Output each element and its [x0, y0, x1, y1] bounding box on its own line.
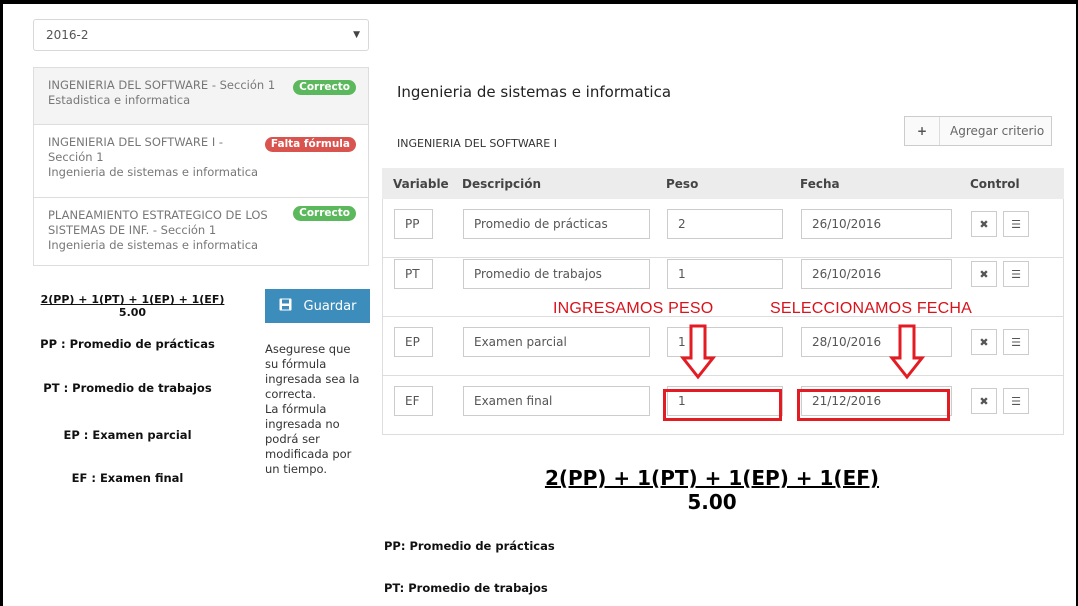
- page-title: Ingenieria de sistemas e informatica: [397, 83, 672, 101]
- col-descripcion: Descripción: [462, 176, 541, 191]
- status-badge: Falta fórmula: [264, 137, 356, 152]
- col-fecha: Fecha: [800, 176, 840, 191]
- col-peso: Peso: [666, 176, 699, 191]
- warning-text: Asegurese que su fórmula ingresada sea l…: [265, 342, 375, 477]
- fecha-input[interactable]: 26/10/2016: [801, 209, 952, 239]
- save-button[interactable]: Guardar: [265, 289, 370, 323]
- warning-line: ingresada no: [265, 417, 340, 431]
- warning-line: ingresada sea la: [265, 372, 360, 386]
- description-input[interactable]: Examen parcial: [463, 327, 650, 357]
- caret-down-icon: ▼: [353, 30, 360, 40]
- formula-text: 2(PP) + 1(PT) + 1(EP) + 1(EF): [40, 293, 225, 306]
- list-icon[interactable]: ☰: [1003, 211, 1029, 237]
- description-input[interactable]: Examen final: [463, 386, 650, 416]
- close-icon[interactable]: ✖: [971, 329, 997, 355]
- course-name-cont: SISTEMAS DE INF. - Sección 1: [48, 223, 217, 237]
- list-icon[interactable]: ☰: [1003, 261, 1029, 287]
- close-icon[interactable]: ✖: [971, 211, 997, 237]
- fecha-input[interactable]: 26/10/2016: [801, 259, 952, 289]
- warning-line: su fórmula: [265, 357, 327, 371]
- peso-input[interactable]: 2: [667, 209, 783, 239]
- arrow-down-icon: [680, 324, 716, 380]
- table-row: EP Examen parcial 1 28/10/2016 ✖ ☰: [382, 317, 1064, 376]
- add-criteria-label: Agregar criterio: [950, 124, 1045, 138]
- variable-input[interactable]: PP: [394, 209, 433, 239]
- warning-line: un tiempo.: [265, 462, 328, 476]
- add-criteria-button[interactable]: + Agregar criterio: [904, 116, 1052, 146]
- definition-pt: PT: Promedio de trabajos: [384, 581, 548, 595]
- formula-text: 2(PP) + 1(PT) + 1(EP) + 1(EF): [544, 466, 880, 490]
- fecha-input[interactable]: 28/10/2016: [801, 327, 952, 357]
- course-school: Ingenieria de sistemas e informatica: [48, 165, 259, 179]
- course-title: INGENIERIA DEL SOFTWARE I: [397, 137, 557, 150]
- window-border-left: [0, 0, 3, 606]
- formula-result: 5.00: [118, 306, 147, 319]
- list-icon[interactable]: ☰: [1003, 329, 1029, 355]
- course-list: INGENIERIA DEL SOFTWARE - Sección 1 Esta…: [33, 67, 369, 266]
- left-formula: 2(PP) + 1(PT) + 1(EP) + 1(EF) 5.00: [40, 293, 225, 319]
- close-icon[interactable]: ✖: [971, 261, 997, 287]
- description-input[interactable]: Promedio de trabajos: [463, 259, 650, 289]
- col-control: Control: [970, 176, 1020, 191]
- plus-icon: +: [905, 117, 940, 145]
- floppy-disk-icon: [279, 298, 292, 315]
- variable-input[interactable]: PT: [394, 259, 433, 289]
- legend-ef: EF : Examen final: [71, 471, 184, 485]
- col-variable: Variable: [393, 176, 449, 191]
- warning-line: modificada por: [265, 447, 352, 461]
- table-row: PP Promedio de prácticas 2 26/10/2016 ✖ …: [382, 199, 1064, 258]
- window-border-top: [0, 0, 1078, 4]
- warning-line: correcta.: [265, 387, 316, 401]
- legend-ep: EP : Examen parcial: [63, 428, 192, 442]
- highlight-fecha: [797, 389, 950, 421]
- course-item[interactable]: PLANEAMIENTO ESTRATEGICO DE LOS SISTEMAS…: [33, 198, 369, 266]
- course-item[interactable]: INGENIERIA DEL SOFTWARE I - Sección 1 In…: [33, 125, 369, 198]
- status-badge: Correcto: [293, 80, 356, 95]
- warning-line: La fórmula: [265, 402, 327, 416]
- description-input[interactable]: Promedio de prácticas: [463, 209, 650, 239]
- warning-line: Asegurese que: [265, 342, 351, 356]
- table-header: Variable Descripción Peso Fecha Control: [382, 168, 1064, 199]
- legend-pt: PT : Promedio de trabajos: [43, 381, 212, 395]
- list-icon[interactable]: ☰: [1003, 388, 1029, 414]
- legend-pp: PP : Promedio de prácticas: [40, 337, 215, 351]
- highlight-peso: [663, 389, 782, 421]
- course-school: Ingenieria de sistemas e informatica: [48, 238, 259, 252]
- course-school: Estadistica e informatica: [48, 93, 191, 107]
- annotation-fecha: SELECCIONAMOS FECHA: [770, 300, 973, 317]
- formula-summary: 2(PP) + 1(PT) + 1(EP) + 1(EF) 5.00: [382, 466, 1042, 514]
- period-select[interactable]: 2016-2 ▼: [33, 19, 369, 51]
- peso-input[interactable]: 1: [667, 259, 783, 289]
- formula-result: 5.00: [687, 490, 737, 514]
- save-label: Guardar: [303, 298, 357, 314]
- definition-pp: PP: Promedio de prácticas: [384, 539, 555, 553]
- period-select-value: 2016-2: [46, 28, 89, 42]
- variable-input[interactable]: EF: [394, 386, 433, 416]
- arrow-down-icon: [889, 324, 925, 380]
- variable-input[interactable]: EP: [394, 327, 433, 357]
- status-badge: Correcto: [293, 206, 356, 221]
- annotation-peso: INGRESAMOS PESO: [553, 300, 714, 317]
- course-name-cont: Sección 1: [48, 150, 104, 164]
- close-icon[interactable]: ✖: [971, 388, 997, 414]
- warning-line: podrá ser: [265, 432, 320, 446]
- course-item[interactable]: INGENIERIA DEL SOFTWARE - Sección 1 Esta…: [33, 67, 369, 125]
